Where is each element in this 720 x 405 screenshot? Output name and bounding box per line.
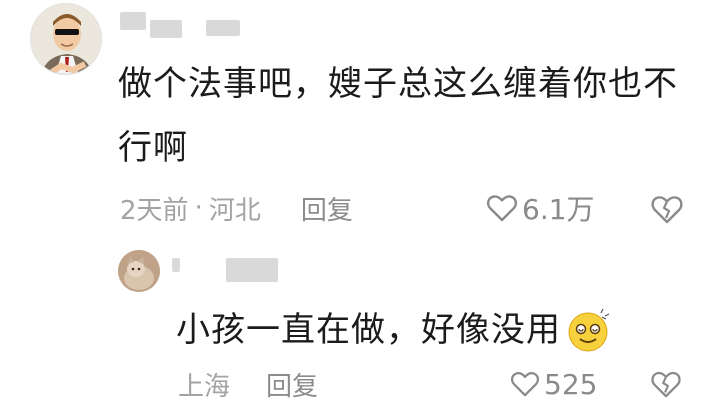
reply-avatar[interactable] [118, 250, 160, 292]
avatar[interactable] [30, 3, 102, 75]
reply-like-count: 525 [544, 367, 598, 401]
like-button[interactable]: 6.1万 [486, 188, 595, 228]
meta-separator: · [194, 193, 203, 223]
comment-location: 河北 [208, 195, 261, 226]
reply-like-button[interactable]: 525 [510, 366, 597, 402]
comment-text: 做个法事吧，嫂子总这么缠着你也不行啊 [118, 64, 678, 168]
username-blurred[interactable] [150, 20, 182, 38]
reply-button[interactable]: 回复 [301, 190, 353, 227]
comment-meta: 2天前 · 河北 回复 [120, 188, 353, 228]
avatar-cat-icon [118, 250, 160, 292]
heart-icon [486, 195, 518, 222]
avatar-cartoon-man-icon [31, 4, 101, 74]
like-count: 6.1万 [522, 193, 595, 226]
broken-heart-icon[interactable] [650, 192, 684, 226]
reply-username-blurred[interactable] [172, 258, 180, 272]
username-blurred[interactable] [206, 20, 240, 36]
heart-icon [510, 372, 540, 397]
reply-meta: 上海 回复 [178, 366, 318, 402]
reply-username-blurred[interactable] [226, 258, 278, 282]
comment-time: 2天前 [120, 195, 189, 226]
comment-thread: 做个法事吧，嫂子总这么缠着你也不行啊 2天前 · 河北 回复 6.1万 小孩一直… [0, 0, 720, 405]
dizzy-face-emoji-icon [568, 308, 610, 352]
reply-reply-button[interactable]: 回复 [266, 366, 318, 403]
reply-text: 小孩一直在做，好像没用 [176, 310, 561, 350]
reply-text-row: 小孩一直在做，好像没用 [176, 300, 611, 360]
username-blurred[interactable] [120, 12, 146, 30]
broken-heart-icon[interactable] [650, 368, 682, 400]
reply-location: 上海 [178, 371, 231, 402]
